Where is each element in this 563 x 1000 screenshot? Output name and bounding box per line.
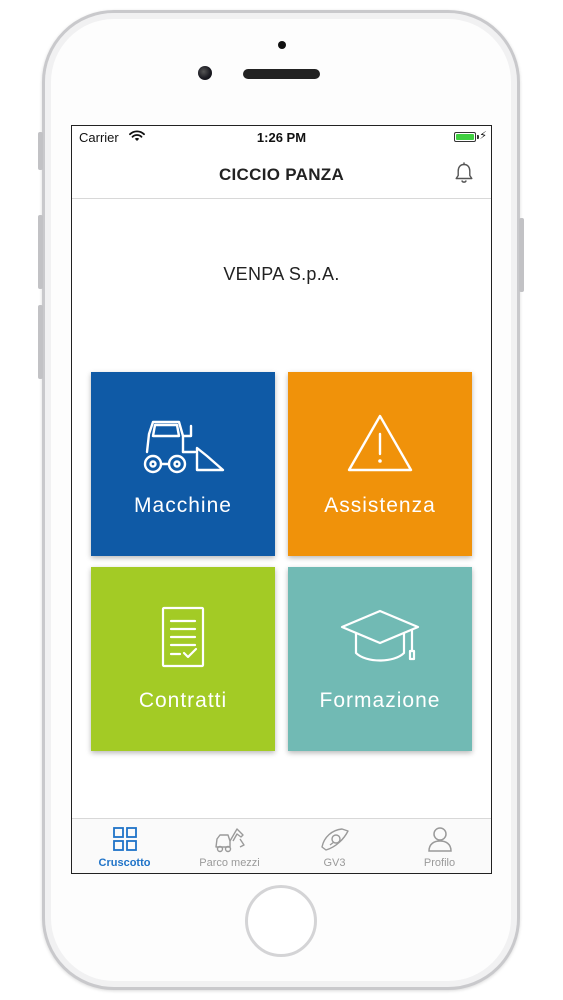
earpiece-speaker <box>243 69 320 79</box>
tab-label: GV3 <box>323 857 346 869</box>
home-button[interactable] <box>245 885 317 957</box>
tile-contratti[interactable]: Contratti <box>91 567 275 751</box>
tile-label: Assistenza <box>324 494 436 517</box>
tab-label: Cruscotto <box>98 857 151 869</box>
contract-icon <box>91 605 275 676</box>
charging-bolt-icon: ⚡ <box>479 130 487 142</box>
mute-switch <box>38 132 43 170</box>
tile-label: Formazione <box>319 689 441 712</box>
tab-label: Parco mezzi <box>199 857 260 869</box>
status-bar: Carrier 1:26 PM ⚡ <box>72 126 491 148</box>
tile-formazione[interactable]: Formazione <box>288 567 472 751</box>
dashboard-grid-icon <box>72 825 177 855</box>
tile-label: Contratti <box>138 689 228 712</box>
warning-icon <box>288 412 472 479</box>
tab-cruscotto[interactable]: Cruscotto <box>72 819 177 873</box>
tile-label: Macchine <box>134 494 232 517</box>
tab-gv3[interactable]: GV3 <box>282 819 387 873</box>
clock: 1:26 PM <box>256 130 307 145</box>
graduation-cap-icon <box>288 607 472 674</box>
tab-parco-mezzi[interactable]: Parco mezzi <box>177 819 282 873</box>
profile-icon <box>387 825 491 855</box>
fleet-icon <box>177 825 282 855</box>
gv3-icon <box>282 825 387 855</box>
tile-macchine[interactable]: Macchine <box>91 372 275 556</box>
proximity-sensor <box>278 41 286 49</box>
volume-up-button <box>38 215 43 289</box>
volume-down-button <box>38 305 43 379</box>
company-name: VENPA S.p.A. <box>223 264 340 284</box>
bell-icon[interactable] <box>454 162 474 189</box>
tile-assistenza[interactable]: Assistenza <box>288 372 472 556</box>
battery-level <box>456 134 474 140</box>
tractor-icon <box>91 412 275 481</box>
tab-label: Profilo <box>423 857 456 869</box>
page-title: CICCIO PANZA <box>218 165 345 184</box>
tab-bar: Cruscotto Parco mezzi GV3 Profilo <box>72 818 491 873</box>
navigation-bar: CICCIO PANZA <box>72 148 491 199</box>
power-button <box>519 218 524 292</box>
tab-profilo[interactable]: Profilo <box>387 819 491 873</box>
battery-icon <box>454 132 479 142</box>
app-screen: Carrier 1:26 PM ⚡ CICCIO PANZA VENPA S.p… <box>71 125 492 874</box>
front-camera <box>198 66 212 80</box>
